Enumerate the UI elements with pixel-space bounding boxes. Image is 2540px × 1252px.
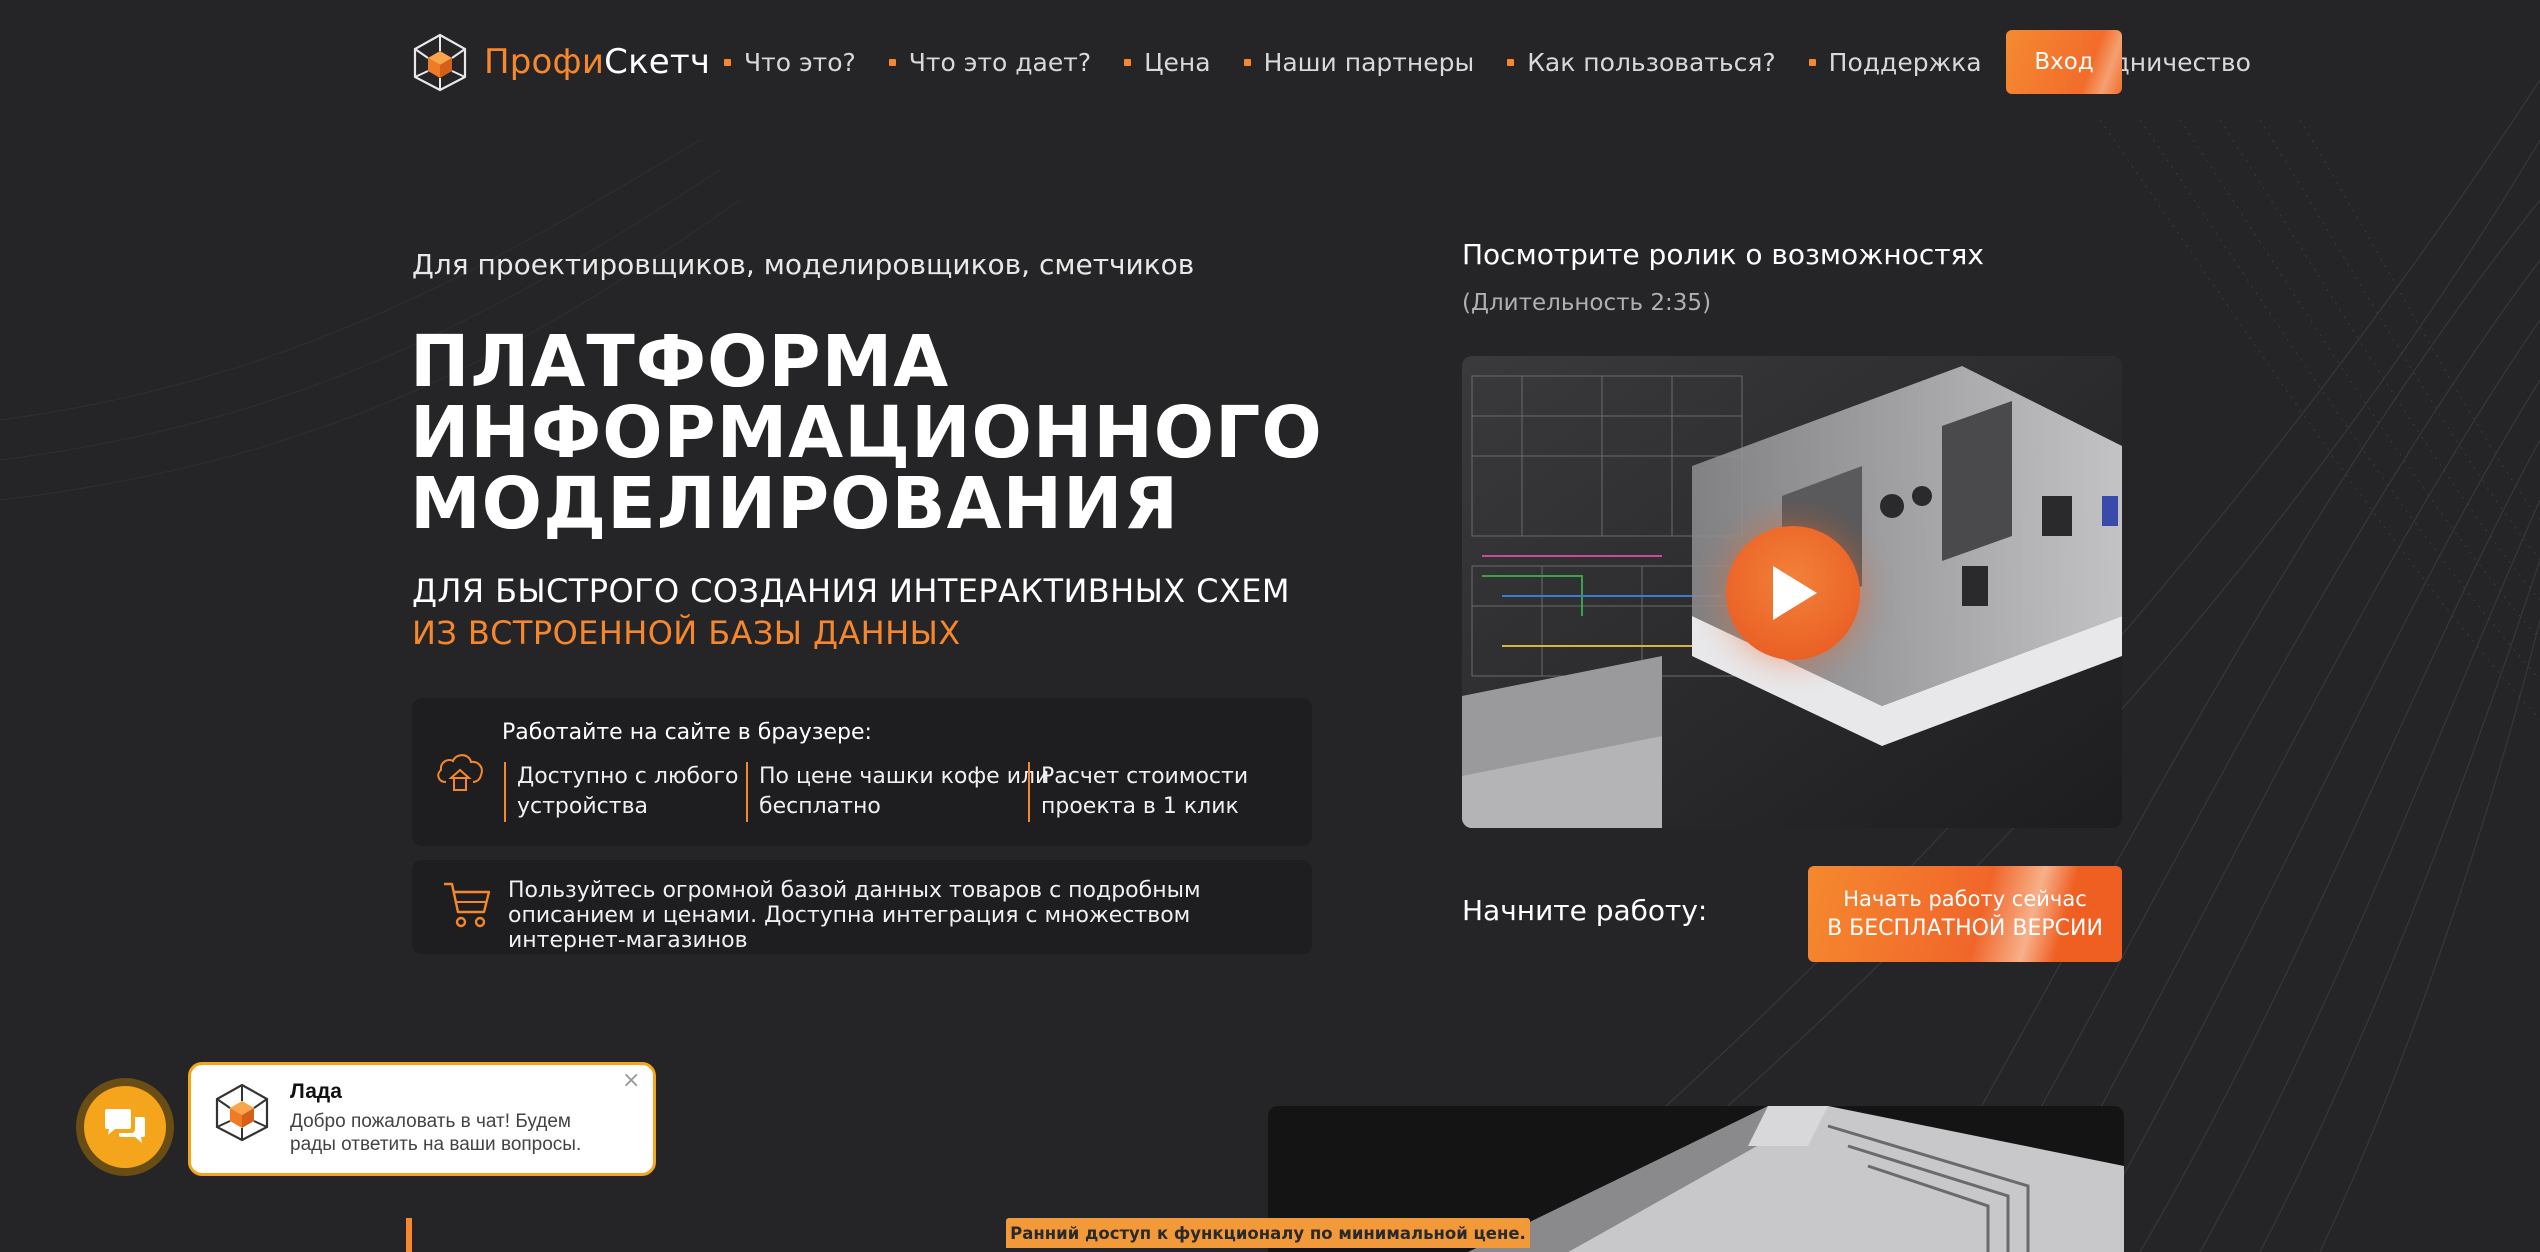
video-title: Посмотрите ролик о возможностях [1462,238,1984,271]
feature-text-line: устройства [517,794,649,819]
bullet-icon [1808,58,1816,66]
browser-card-heading: Работайте на сайте в браузере: [502,720,872,745]
cube-logo-icon [413,33,467,92]
nav-item-benefits[interactable]: Что это дает? [888,47,1092,77]
shopping-cart-icon [444,882,491,928]
chat-agent-name: Лада [290,1080,342,1103]
page-title-line: ИНФОРМАЦИОННОГО [410,391,1323,474]
chat-launcher-inner [84,1086,166,1168]
section-accent-bar [406,1218,412,1252]
feature-text-line: По цене чашки кофе или [759,764,1050,789]
nav-item-label: Цена [1144,47,1211,77]
chat-bubbles-icon [105,1109,145,1143]
cloud-home-icon [437,754,483,791]
feature-cost-calc: Расчет стоимости проекта в 1 клик [1028,762,1248,822]
page-title-line: ПЛАТФОРМА [410,320,950,403]
play-icon [1773,566,1817,620]
login-button[interactable]: Вход [2006,30,2122,94]
nav-item-label: Наши партнеры [1263,47,1475,77]
nav-item-how-to-use[interactable]: Как пользоваться? [1507,47,1776,77]
subtitle-line1: ДЛЯ БЫСТРОГО СОЗДАНИЯ ИНТЕРАКТИВНЫХ СХЕМ [412,572,1290,610]
audience-tagline: Для проектировщиков, моделировщиков, сме… [412,248,1195,281]
start-free-button[interactable]: Начать работу сейчас В БЕСПЛАТНОЙ ВЕРСИИ [1808,866,2122,962]
database-card-text: Пользуйтесь огромной базой данных товаро… [508,878,1201,953]
bullet-icon [724,58,731,66]
start-button-line1: Начать работу сейчас [1843,887,2087,911]
logo[interactable]: ПрофиСкетч [412,32,710,92]
start-label: Начните работу: [1462,894,1708,927]
feature-text-line: бесплатно [759,794,881,819]
feature-any-device: Доступно с любого устройства [504,762,739,822]
video-duration: (Длительность 2:35) [1462,290,1712,316]
feature-text-line: Доступно с любого [517,764,739,789]
bullet-icon [888,58,896,66]
page-title-line: МОДЕЛИРОВАНИЯ [410,462,1180,545]
nav-item-price[interactable]: Цена [1124,47,1211,77]
nav-item-label: Поддержка [1828,47,1982,77]
close-icon[interactable]: × [622,1068,640,1093]
nav-item-label: Что это дает? [908,47,1092,77]
logo-text-part1: Профи [484,42,605,82]
page-title: ПЛАТФОРМА ИНФОРМАЦИОННОГО МОДЕЛИРОВАНИЯ [410,320,1323,545]
play-button[interactable] [1726,526,1860,660]
logo-text: ПрофиСкетч [484,42,710,82]
nav-item-label: Как пользоваться? [1527,47,1776,77]
early-access-banner[interactable]: Ранний доступ к функционалу по минимальн… [1006,1218,1530,1248]
feature-text-line: проекта в 1 клик [1041,794,1239,819]
bullet-icon [1243,58,1251,66]
nav-item-label: Что это? [744,47,856,77]
bullet-icon [1124,58,1132,66]
feature-price: По цене чашки кофе или бесплатно [746,762,1049,822]
feature-text-line: Расчет стоимости [1041,764,1249,789]
logo-text-part2: Скетч [604,42,711,82]
start-button-line2: В БЕСПЛАТНОЙ ВЕРСИИ [1827,916,2103,941]
nav-item-support[interactable]: Поддержка [1808,47,1982,77]
chat-launcher-button[interactable] [76,1078,174,1176]
chat-agent-avatar-icon [215,1083,269,1142]
bullet-icon [1507,58,1515,66]
chat-greeting-message: Добро пожаловать в чат! Будем рады ответ… [290,1111,582,1155]
subtitle-line2: ИЗ ВСТРОЕННОЙ БАЗЫ ДАННЫХ [412,614,961,652]
nav-item-what-is-it[interactable]: Что это? [724,48,856,77]
nav-item-partners[interactable]: Наши партнеры [1243,47,1475,77]
